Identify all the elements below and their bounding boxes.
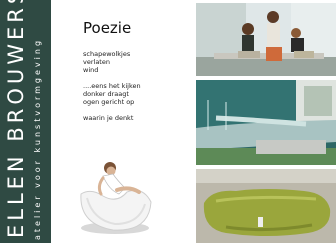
green-lounger-photo[interactable] [196,169,336,243]
poem-line: wind [83,66,99,74]
page-title: Poezie [83,19,132,37]
women-on-bench-photo[interactable] [196,3,336,76]
brand-tagline: atelier voor kunstvormgeving [33,37,42,240]
poem-line: ....eens het kijken [83,82,141,90]
brand-sidebar: ELLEN BROUWERS atelier voor kunstvormgev… [0,0,51,243]
poem-stanza: waarin je denkt [83,114,141,122]
water-lounge-photo[interactable] [196,80,336,165]
poem-line: ogen gericht op [83,98,135,106]
poem-line: waarin je denkt [83,114,134,122]
poem-stanza: ....eens het kijken donker draagt ogen g… [83,82,141,106]
brand-name: ELLEN BROUWERS [4,0,28,238]
poem-line: schapewolkjes [83,50,131,58]
white-chair-photo[interactable] [73,146,158,236]
poem-stanza: schapewolkjes verlaten wind [83,50,141,74]
poem-line: verlaten [83,58,110,66]
poem-line: donker draagt [83,90,129,98]
poem-text: schapewolkjes verlaten wind ....eens het… [83,50,141,130]
